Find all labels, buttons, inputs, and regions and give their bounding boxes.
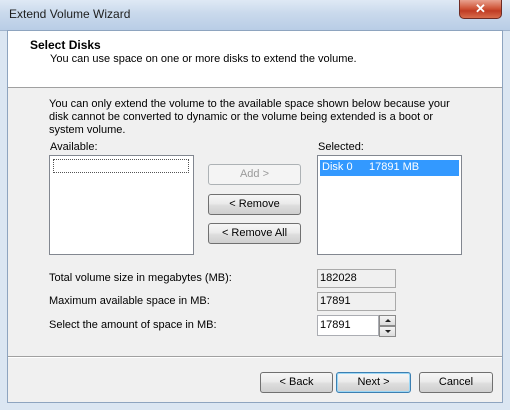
disk-size: 17891 MB [369,161,420,173]
list-item[interactable]: Disk 0 17891 MB [320,160,459,176]
total-size-field: 182028 [317,269,396,288]
selected-label: Selected: [318,141,364,153]
footer-divider [8,356,502,358]
spin-down-button[interactable] [379,326,396,337]
disk-name: Disk 0 [322,161,353,173]
focus-rectangle [53,159,189,173]
max-space-field: 17891 [317,292,396,311]
up-arrow-icon [385,319,391,322]
down-arrow-icon [385,330,391,333]
amount-label: Select the amount of space in MB: [49,319,217,331]
back-button[interactable]: < Back [260,372,333,393]
close-icon: ✕ [475,1,486,16]
available-label: Available: [50,141,98,153]
available-disks-list[interactable] [49,155,194,255]
cancel-button[interactable]: Cancel [419,372,493,393]
window-title: Extend Volume Wizard [9,7,131,21]
close-button[interactable]: ✕ [459,0,502,19]
next-button[interactable]: Next > [336,372,411,393]
spin-up-button[interactable] [379,315,396,326]
description-text: You can only extend the volume to the av… [49,98,450,136]
add-button[interactable]: Add > [208,164,301,185]
remove-all-button[interactable]: < Remove All [208,223,301,244]
amount-input[interactable]: 17891 [317,315,379,336]
header-title: Select Disks [30,38,101,52]
header-subtitle: You can use space on one or more disks t… [50,53,357,65]
selected-disks-list[interactable]: Disk 0 17891 MB [317,155,462,255]
remove-button[interactable]: < Remove [208,194,301,215]
total-size-label: Total volume size in megabytes (MB): [49,272,232,284]
max-space-label: Maximum available space in MB: [49,295,210,307]
